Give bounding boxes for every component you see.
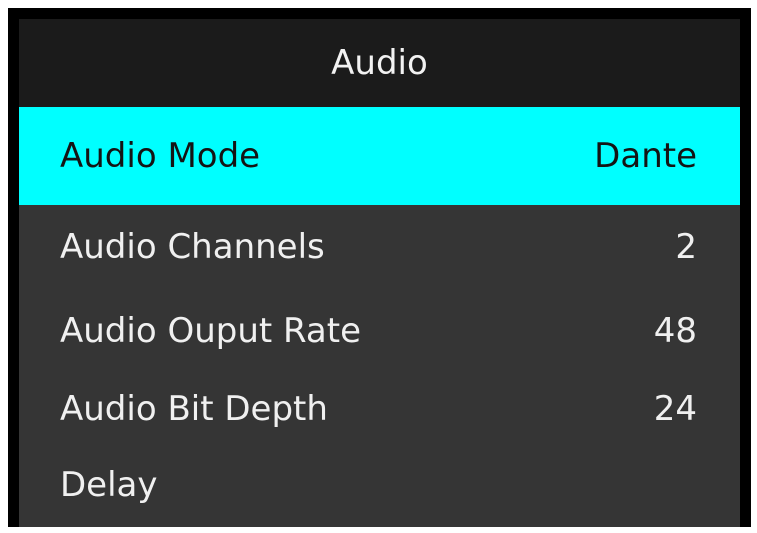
menu-item-label: Delay: [60, 465, 158, 505]
menu-item-label: Audio Bit Depth: [60, 389, 328, 429]
menu-item-audio-output-rate[interactable]: Audio Ouput Rate 48: [19, 289, 740, 373]
menu-title-bar: Audio: [19, 19, 740, 107]
audio-menu-panel: Audio Audio Mode Dante Audio Channels 2 …: [19, 19, 740, 527]
menu-item-audio-channels[interactable]: Audio Channels 2: [19, 205, 740, 289]
menu-item-value: 48: [653, 311, 697, 351]
menu-item-value: Dante: [594, 136, 697, 176]
menu-item-value: 24: [653, 389, 697, 429]
menu-item-value: 2: [675, 227, 697, 267]
menu-title: Audio: [331, 43, 428, 83]
menu-item-label: Audio Ouput Rate: [60, 311, 361, 351]
menu-item-audio-mode[interactable]: Audio Mode Dante: [19, 107, 740, 205]
menu-item-label: Audio Channels: [60, 227, 325, 267]
menu-item-label: Audio Mode: [60, 136, 261, 176]
menu-item-delay[interactable]: Delay: [19, 443, 740, 527]
menu-item-audio-bit-depth[interactable]: Audio Bit Depth 24: [19, 367, 740, 451]
audio-menu-screen: Audio Audio Mode Dante Audio Channels 2 …: [8, 8, 751, 527]
